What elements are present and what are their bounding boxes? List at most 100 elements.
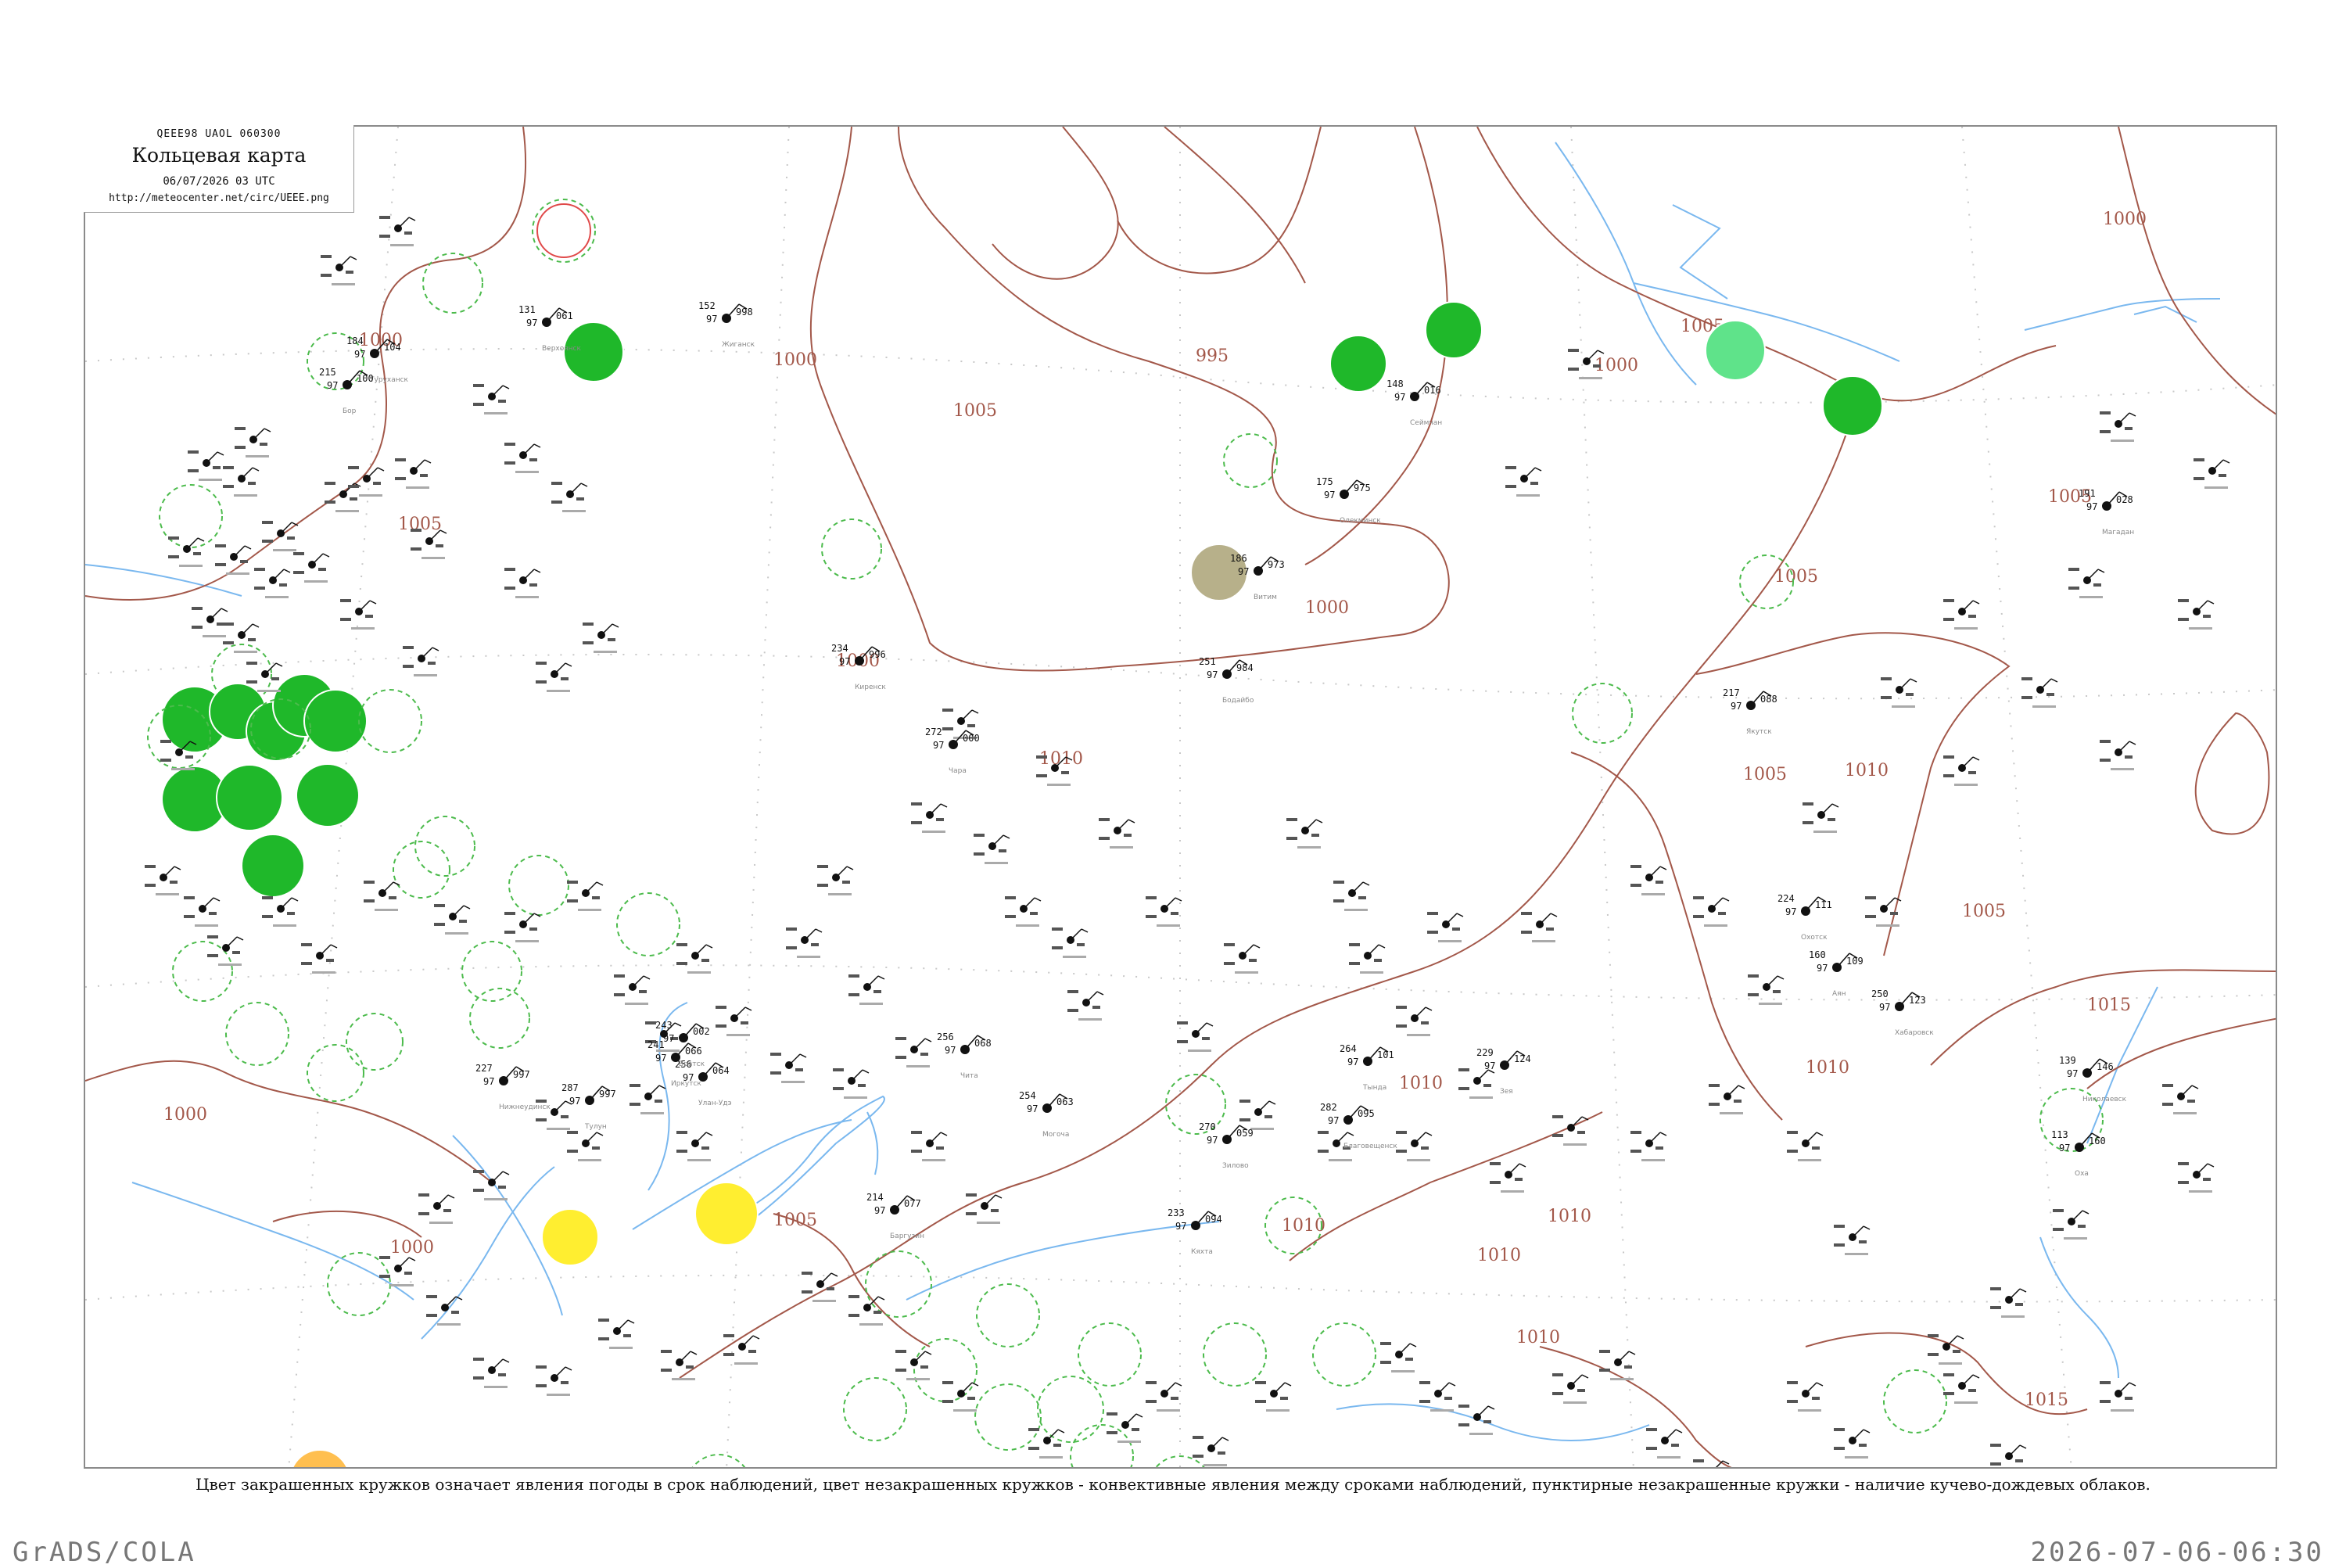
station-pressure: 101 xyxy=(1377,1050,1394,1060)
station-marker xyxy=(911,802,948,833)
cumulonimbus-ring xyxy=(1070,1424,1134,1467)
station-plot[interactable]: 227 997 97 Нижнеудинск xyxy=(475,1063,551,1111)
station-plot[interactable]: 131 061 97 Верхоянск xyxy=(518,304,582,353)
station-plot[interactable]: 250 123 97 Хабаровск xyxy=(1871,989,1934,1037)
station-marker xyxy=(1146,1381,1182,1412)
station-plot[interactable]: 282 095 97 Благовещенск xyxy=(1320,1102,1397,1150)
station-name: Баргузин xyxy=(890,1233,924,1240)
station-name: Охотск xyxy=(1801,934,1828,942)
station-marker xyxy=(168,536,205,567)
station-temperature: 282 xyxy=(1320,1102,1337,1113)
station-plot[interactable]: 229 124 97 Зея xyxy=(1476,1047,1531,1096)
isobar-label: 1000 xyxy=(390,1238,434,1258)
station-marker xyxy=(1239,1100,1276,1130)
station-plot[interactable]: 224 111 97 Охотск xyxy=(1777,893,1832,942)
station-pressure: 146 xyxy=(2097,1061,2114,1072)
station-marker xyxy=(504,443,541,473)
station-block: 97 xyxy=(354,349,365,360)
station-marker xyxy=(786,928,823,958)
weather-phenomenon-disc xyxy=(1425,301,1483,359)
station-plot[interactable]: 113 160 97 Оха xyxy=(2051,1129,2106,1178)
station-plot[interactable]: 160 109 97 Аян xyxy=(1809,949,1864,998)
station-marker xyxy=(716,1006,752,1036)
station-name: Оха xyxy=(2075,1170,2089,1178)
station-temperature: 272 xyxy=(925,727,942,737)
station-block: 97 xyxy=(2086,501,2097,512)
station-block: 97 xyxy=(945,1045,956,1056)
station-name: Якутск xyxy=(1746,728,1772,736)
station-marker xyxy=(817,865,854,895)
station-name: Магадан xyxy=(2102,529,2134,536)
station-plot[interactable]: 214 077 97 Баргузин xyxy=(866,1192,924,1240)
station-marker xyxy=(504,568,541,598)
station-pressure: 996 xyxy=(869,649,886,660)
station-marker xyxy=(676,1131,713,1161)
station-block: 97 xyxy=(1347,1057,1358,1067)
station-marker xyxy=(1834,1428,1871,1459)
station-block: 97 xyxy=(1175,1221,1186,1232)
station-block: 97 xyxy=(569,1096,580,1107)
isobar-label: 1015 xyxy=(2025,1390,2068,1410)
isobar-label: 1010 xyxy=(1806,1058,1849,1078)
station-marker xyxy=(1177,1021,1214,1052)
weather-phenomenon-disc xyxy=(1329,335,1387,393)
station-plot[interactable]: 139 146 97 Николаевск xyxy=(2059,1055,2127,1103)
cumulonimbus-ring xyxy=(307,1044,364,1102)
station-marker xyxy=(1333,881,1370,911)
station-plot[interactable]: 233 094 97 Кяхта xyxy=(1168,1207,1222,1256)
station-plot[interactable]: 256 068 97 Чита xyxy=(937,1032,992,1080)
station-marker xyxy=(434,904,471,935)
station-marker xyxy=(2053,1209,2090,1240)
station-pressure: 059 xyxy=(1236,1128,1254,1139)
station-pressure: 123 xyxy=(1909,995,1926,1006)
station-marker xyxy=(567,881,604,911)
station-plot[interactable]: 251 984 97 Бодайбо xyxy=(1199,656,1254,705)
station-plot[interactable]: 217 088 97 Якутск xyxy=(1723,687,1777,736)
station-plot[interactable]: 148 016 97 Сеймчан xyxy=(1386,379,1442,427)
station-pressure: 088 xyxy=(1760,694,1777,705)
station-plot[interactable]: 191 028 97 Магадан xyxy=(2079,488,2134,536)
station-plot[interactable]: 152 998 97 Жиганск xyxy=(698,300,755,349)
station-rings xyxy=(147,199,2104,1467)
station-temperature: 148 xyxy=(1386,379,1404,389)
station-block: 97 xyxy=(2067,1068,2078,1079)
station-marker xyxy=(1099,818,1135,849)
station-pressure: 016 xyxy=(1424,385,1441,396)
station-plot[interactable]: 272 000 97 Чара xyxy=(925,727,980,775)
cumulonimbus-ring xyxy=(691,1454,746,1467)
station-name: Зея xyxy=(1500,1088,1513,1096)
station-block: 97 xyxy=(663,1033,674,1044)
station-marker xyxy=(848,974,885,1005)
cumulonimbus-ring xyxy=(821,518,882,579)
cumulonimbus-ring xyxy=(976,1283,1040,1347)
station-name: Хабаровск xyxy=(1895,1029,1934,1037)
station-plot[interactable]: 264 101 97 Тында xyxy=(1340,1043,1394,1092)
station-name: Чара xyxy=(949,767,967,775)
station-marker xyxy=(2194,458,2230,489)
convective-ring xyxy=(536,203,591,258)
isobar-label: 1005 xyxy=(1774,567,1818,587)
station-name: Благовещенск xyxy=(1343,1143,1397,1150)
station-pressure: 064 xyxy=(712,1065,730,1076)
station-plot[interactable]: 175 975 97 Олекминск xyxy=(1316,476,1381,525)
cumulonimbus-ring xyxy=(346,1013,404,1071)
station-plot[interactable]: 270 059 97 Зилово xyxy=(1199,1121,1254,1170)
station-name: Сеймчан xyxy=(1410,419,1442,427)
legend-caption: Цвет закрашенных кружков означает явлени… xyxy=(196,1475,2150,1494)
station-plot[interactable]: 215 100 97 Бор xyxy=(319,367,374,415)
station-marker xyxy=(1458,1405,1495,1435)
station-pressure: 111 xyxy=(1815,899,1832,910)
station-pressure: 077 xyxy=(904,1198,921,1209)
station-temperature: 233 xyxy=(1168,1207,1185,1218)
station-marker xyxy=(1255,1381,1292,1412)
source-url[interactable]: http://meteocenter.net/circ/UEEE.png xyxy=(84,192,354,204)
station-block: 97 xyxy=(1394,392,1405,403)
station-marker xyxy=(661,1350,698,1380)
cumulonimbus-ring xyxy=(358,689,422,753)
station-marker xyxy=(1646,1428,1683,1459)
station-block: 97 xyxy=(1879,1002,1890,1013)
station-plot[interactable]: 287 997 97 Тулун xyxy=(561,1082,616,1131)
station-temperature: 270 xyxy=(1199,1121,1216,1132)
cumulonimbus-ring xyxy=(1223,433,1278,488)
station-plot[interactable]: 254 063 97 Могоча xyxy=(1019,1090,1074,1139)
